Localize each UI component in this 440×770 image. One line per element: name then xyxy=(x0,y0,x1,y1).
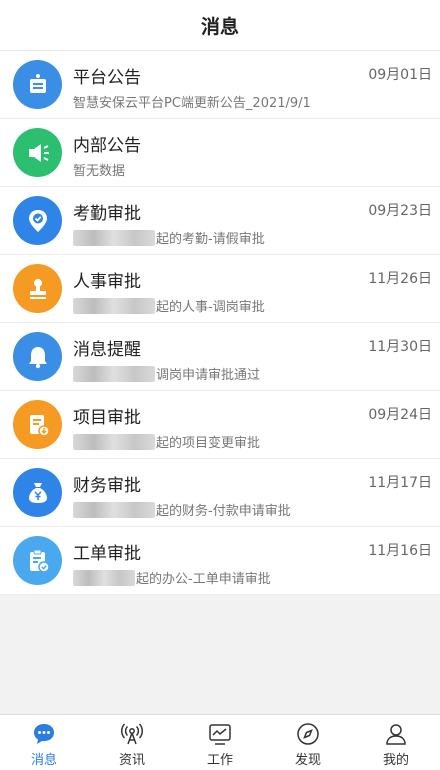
tab-work[interactable]: 工作 xyxy=(176,715,264,770)
megaphone-icon xyxy=(13,128,62,177)
blurred-name xyxy=(73,230,155,246)
document-download-icon xyxy=(13,400,62,449)
message-title: 内部公告 xyxy=(73,136,141,156)
message-item-finance-approval[interactable]: 财务审批 11月17日 起的财务-付款申请审批 xyxy=(0,459,440,527)
tab-label: 工作 xyxy=(206,753,233,768)
message-subtitle: 起的考勤-请假审批 xyxy=(73,228,265,247)
blurred-name xyxy=(73,298,155,314)
message-item-reminder[interactable]: 消息提醒 11月30日 调岗申请审批通过 xyxy=(0,323,440,391)
message-subtitle: 起的项目变更审批 xyxy=(73,432,260,451)
bottom-tab-bar: 消息 资讯 工作 发现 我的 xyxy=(0,714,440,770)
message-subtitle: 暂无数据 xyxy=(73,164,126,179)
message-date: 09月23日 xyxy=(368,203,432,219)
tab-label: 资讯 xyxy=(118,753,145,768)
blurred-name xyxy=(73,366,155,382)
page-title: 消息 xyxy=(200,15,239,38)
message-title: 考勤审批 xyxy=(73,204,141,224)
message-date: 11月17日 xyxy=(368,475,432,491)
tab-discover[interactable]: 发现 xyxy=(264,715,352,770)
message-title: 消息提醒 xyxy=(73,340,141,360)
message-subtitle: 起的办公-工单申请审批 xyxy=(73,568,271,587)
location-check-icon xyxy=(13,196,62,245)
blurred-name xyxy=(73,434,155,450)
message-subtitle: 起的人事-调岗审批 xyxy=(73,296,265,315)
message-date: 11月30日 xyxy=(368,339,432,355)
message-title: 人事审批 xyxy=(73,272,141,292)
message-list: 平台公告 09月01日 智慧安保云平台PC端更新公告_2021/9/1 内部公告… xyxy=(0,51,440,595)
blurred-name xyxy=(73,502,155,518)
stamp-icon xyxy=(13,264,62,313)
tab-messages[interactable]: 消息 xyxy=(0,715,88,770)
message-date: 11月26日 xyxy=(368,271,432,287)
message-item-hr-approval[interactable]: 人事审批 11月26日 起的人事-调岗审批 xyxy=(0,255,440,323)
tab-label: 我的 xyxy=(382,753,409,768)
user-icon xyxy=(386,724,406,745)
tab-mine[interactable]: 我的 xyxy=(352,715,440,770)
message-title: 平台公告 xyxy=(73,68,141,88)
chat-bubble-icon xyxy=(34,724,54,744)
blurred-name xyxy=(73,570,135,586)
message-item-internal-notice[interactable]: 内部公告 暂无数据 xyxy=(0,119,440,187)
tab-news[interactable]: 资讯 xyxy=(88,715,176,770)
message-date: 11月16日 xyxy=(368,543,432,559)
notice-board-icon xyxy=(13,60,62,109)
message-date: 09月01日 xyxy=(368,67,432,83)
message-item-workorder-approval[interactable]: 工单审批 11月16日 起的办公-工单申请审批 xyxy=(0,527,440,595)
message-subtitle: 调岗申请审批通过 xyxy=(73,364,260,383)
money-bag-icon xyxy=(13,468,62,517)
message-item-attendance-approval[interactable]: 考勤审批 09月23日 起的考勤-请假审批 xyxy=(0,187,440,255)
message-item-project-approval[interactable]: 项目审批 09月24日 起的项目变更审批 xyxy=(0,391,440,459)
message-subtitle: 智慧安保云平台PC端更新公告_2021/9/1 xyxy=(73,96,311,111)
message-title: 财务审批 xyxy=(73,476,141,496)
message-title: 项目审批 xyxy=(73,408,141,428)
broadcast-icon xyxy=(120,723,144,745)
header: 消息 xyxy=(0,0,440,51)
chart-monitor-icon xyxy=(209,724,231,745)
message-date: 09月24日 xyxy=(368,407,432,423)
message-title: 工单审批 xyxy=(73,544,141,564)
compass-icon xyxy=(297,723,319,745)
message-item-platform-notice[interactable]: 平台公告 09月01日 智慧安保云平台PC端更新公告_2021/9/1 xyxy=(0,51,440,119)
message-subtitle: 起的财务-付款申请审批 xyxy=(73,500,291,519)
tab-label: 消息 xyxy=(30,753,57,768)
tab-label: 发现 xyxy=(294,753,321,768)
clipboard-check-icon xyxy=(13,536,62,585)
bell-icon xyxy=(13,332,62,381)
